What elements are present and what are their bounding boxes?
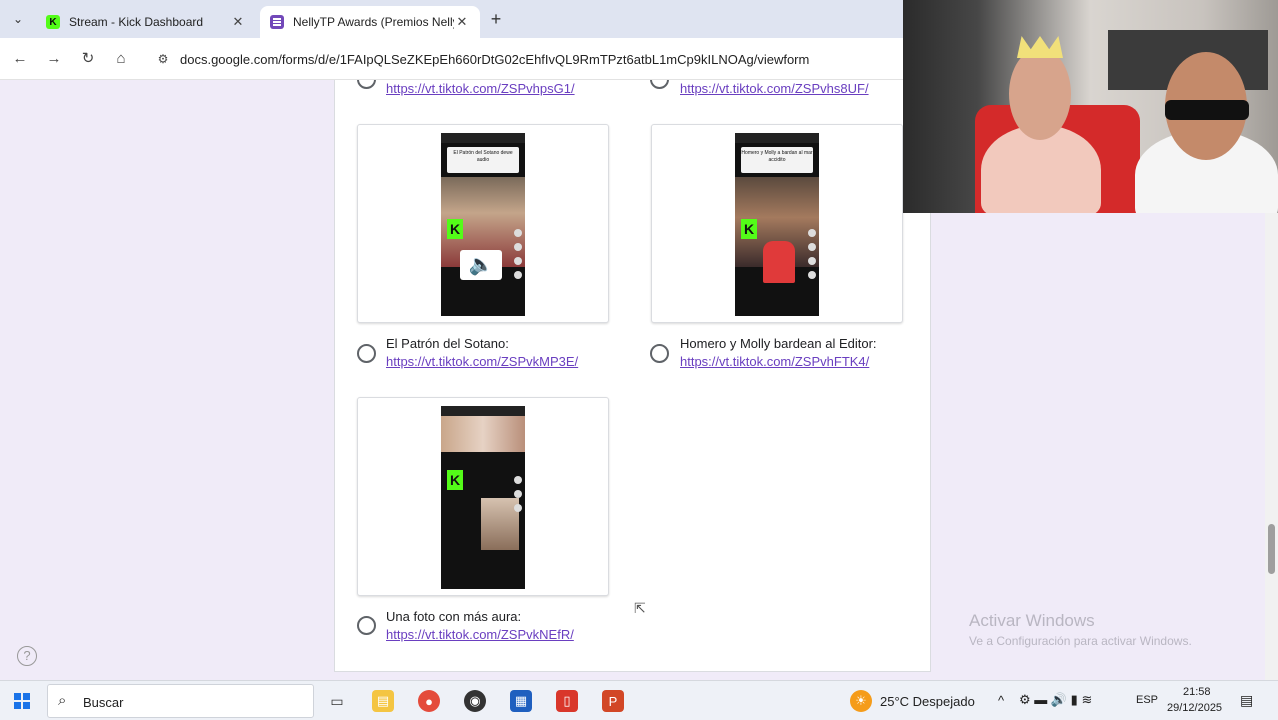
tray-icons[interactable]: ⚙ ▬ 🔊 ▮ ≋ (1019, 692, 1092, 708)
tab-kick-dashboard[interactable]: K Stream - Kick Dashboard ✕ (36, 6, 256, 38)
sunglasses-icon (1165, 100, 1249, 120)
tiktok-screenshot-image: K (441, 406, 525, 589)
option-image-card: K (357, 397, 609, 596)
kick-logo-icon: K (741, 219, 757, 239)
option-label: Una foto con más aura: (386, 609, 522, 624)
home-icon[interactable]: ⌂ (111, 49, 131, 69)
radio-option-el-patron[interactable] (357, 344, 376, 363)
radio-option-prev-1[interactable] (357, 80, 376, 89)
windows-start-icon[interactable] (14, 693, 30, 709)
option-label: Homero y Molly bardean al Editor: (680, 336, 877, 351)
notification-icon[interactable]: ▤ (1240, 692, 1253, 709)
taskbar-search-label: Buscar (83, 695, 124, 710)
scrollbar-thumb[interactable] (1268, 524, 1275, 574)
back-arrow-icon[interactable]: ← (10, 49, 30, 69)
option-link[interactable]: https://vt.tiktok.com/ZSPvhs8UF/ (680, 81, 869, 96)
speaker-muted-icon: 🔈 (460, 250, 502, 280)
close-icon[interactable]: ✕ (454, 14, 470, 30)
weather-sun-icon[interactable]: ☀ (850, 690, 872, 712)
close-icon[interactable]: ✕ (230, 14, 246, 30)
tab-strip: ⌄ K Stream - Kick Dashboard ✕ NellyTP Aw… (0, 0, 903, 38)
help-question-icon[interactable]: ? (17, 646, 37, 666)
google-forms-icon (270, 15, 284, 29)
crown-icon (1017, 36, 1063, 58)
radio-option-prev-2[interactable] (650, 80, 669, 89)
address-bar-url[interactable]: docs.google.com/forms/d/e/1FAIpQLSeZKEpE… (180, 52, 809, 67)
store-icon[interactable]: ▦ (510, 690, 532, 712)
forward-arrow-icon[interactable]: → (44, 49, 64, 69)
thumb-header-text: El Patrón del Sotano dewe audio (447, 147, 519, 173)
windows-taskbar: ⌕ Buscar ▭ ▤ ● ◉ ▦ ▯ P ☀ 25°C Despejado … (0, 680, 1278, 720)
thumb-header-text: Homero y Molly a bardan al mar accidito (741, 147, 813, 173)
obs-icon[interactable]: ◉ (464, 690, 486, 712)
weather-text[interactable]: 25°C Despejado (880, 694, 975, 709)
tiktok-screenshot-image: Homero y Molly a bardan al mar accidito … (735, 133, 819, 316)
radio-option-homero-molly[interactable] (650, 344, 669, 363)
task-view-icon[interactable]: ▭ (326, 690, 348, 712)
mouse-cursor-icon: ⇱ (634, 600, 646, 616)
webcam-overlay-image (903, 0, 1278, 213)
tray-chevron-up-icon[interactable]: ^ (998, 693, 1004, 708)
kick-logo-icon: K (447, 470, 463, 490)
kick-logo-icon: K (447, 219, 463, 239)
tiktok-screenshot-image: El Patrón del Sotano dewe audio K 🔈 (441, 133, 525, 316)
clock-date[interactable]: 29/12/2025 (1167, 702, 1222, 714)
form-question-card: https://vt.tiktok.com/ZSPvhpsG1/ https:/… (334, 80, 931, 672)
language-indicator[interactable]: ESP (1136, 694, 1158, 706)
option-label: El Patrón del Sotano: (386, 336, 509, 351)
option-image-card: El Patrón del Sotano dewe audio K 🔈 (357, 124, 609, 323)
radio-option-foto-aura[interactable] (357, 616, 376, 635)
taskbar-search[interactable]: ⌕ Buscar (47, 684, 314, 718)
search-icon: ⌕ (58, 692, 67, 709)
file-explorer-icon[interactable]: ▤ (372, 690, 394, 712)
option-link[interactable]: https://vt.tiktok.com/ZSPvkMP3E/ (386, 354, 578, 369)
tab-search-chevron-icon[interactable]: ⌄ (8, 9, 28, 29)
activate-windows-subtitle: Ve a Configuración para activar Windows. (969, 634, 1192, 648)
option-image-card: Homero y Molly a bardan al mar accidito … (651, 124, 903, 323)
clock-time[interactable]: 21:58 (1183, 686, 1211, 698)
chrome-icon[interactable]: ● (418, 690, 440, 712)
tab-google-form[interactable]: NellyTP Awards (Premios Nelly ✕ (260, 6, 480, 38)
activate-windows-title: Activar Windows (969, 611, 1095, 630)
powerpoint-icon[interactable]: P (602, 690, 624, 712)
option-link[interactable]: https://vt.tiktok.com/ZSPvkNEfR/ (386, 627, 574, 642)
option-link[interactable]: https://vt.tiktok.com/ZSPvhpsG1/ (386, 81, 575, 96)
tab-title: NellyTP Awards (Premios Nelly (293, 15, 454, 29)
kick-icon: K (46, 15, 60, 29)
option-link[interactable]: https://vt.tiktok.com/ZSPvhFTK4/ (680, 354, 869, 369)
site-info-icon[interactable]: ⚙ (154, 50, 172, 68)
browser-toolbar: ← → ↻ ⌂ ⚙ docs.google.com/forms/d/e/1FAI… (0, 38, 903, 80)
person-left-face (1009, 48, 1071, 140)
reload-icon[interactable]: ↻ (78, 49, 98, 69)
tab-title: Stream - Kick Dashboard (69, 15, 204, 29)
pdf-icon[interactable]: ▯ (556, 690, 578, 712)
new-tab-plus-icon[interactable]: + (486, 9, 506, 29)
